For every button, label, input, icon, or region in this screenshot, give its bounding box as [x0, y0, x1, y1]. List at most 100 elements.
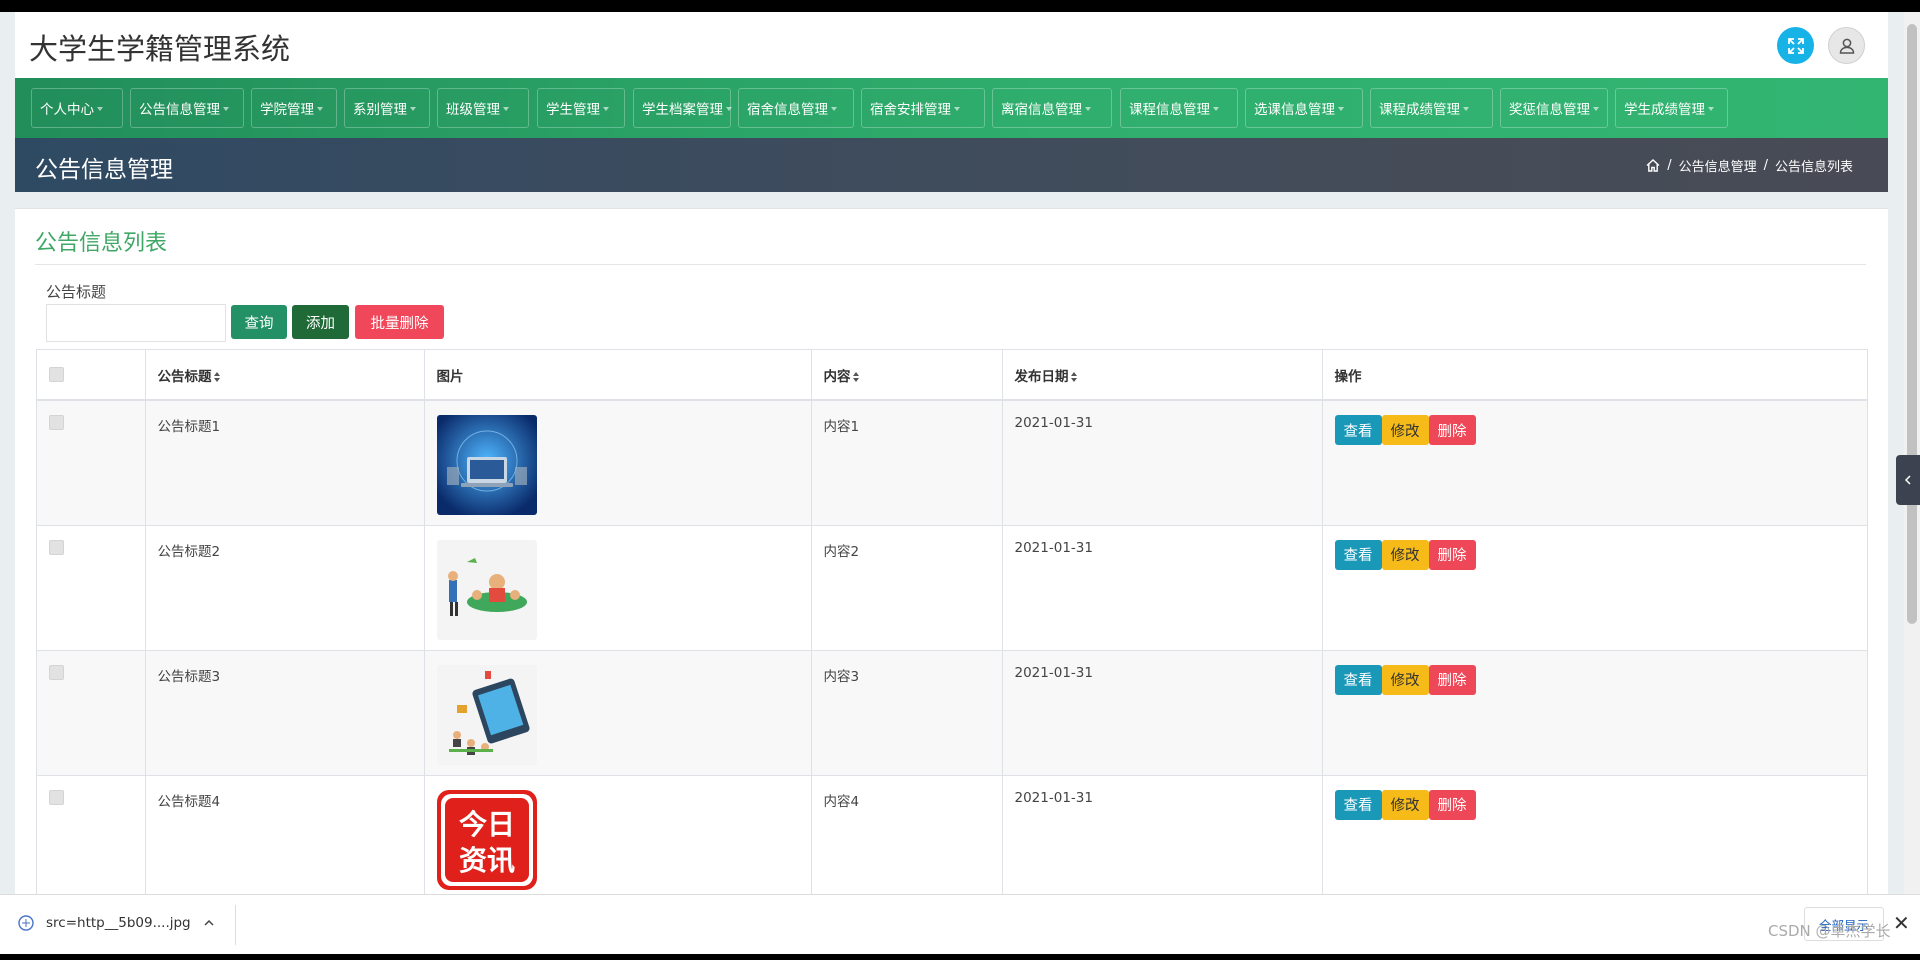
edit-button[interactable]: 修改 — [1381, 539, 1429, 570]
nav-item-label: 课程成绩管理 — [1379, 102, 1460, 118]
nav-item[interactable]: 宿舍信息管理 — [738, 88, 854, 128]
nav-item[interactable]: 课程信息管理 — [1120, 88, 1238, 128]
download-separator — [235, 905, 236, 945]
filter-title-input[interactable] — [46, 304, 226, 342]
caret-down-icon — [831, 107, 837, 111]
view-button[interactable]: 查看 — [1334, 664, 1382, 695]
nav-item[interactable]: 个人中心 — [31, 88, 123, 128]
row-checkbox[interactable] — [49, 539, 64, 555]
nav-item[interactable]: 选课信息管理 — [1245, 88, 1363, 128]
fullscreen-button[interactable] — [1777, 27, 1814, 64]
table-row: 公告标题1 内容1 2021-01-31 查看 修改 删除 — [37, 400, 1867, 526]
page: 大学生学籍管理系统 个人中心 公告信息管理 学院管理 系别管理 班级管理 学生管理 学生档案… — [15, 12, 1888, 954]
page-title: 公告信息管理 — [35, 157, 173, 183]
delete-button[interactable]: 删除 — [1428, 789, 1476, 820]
column-title-label: 公告标题 — [157, 368, 212, 385]
view-button[interactable]: 查看 — [1334, 789, 1382, 820]
caret-down-icon — [1213, 107, 1219, 111]
view-button[interactable]: 查看 — [1334, 539, 1382, 570]
nav-item[interactable]: 系别管理 — [344, 88, 430, 128]
caret-down-icon — [1708, 107, 1714, 111]
list-card: 公告信息列表 公告标题 查询 添加 批量删除 公告标题 图片 内容 发布日期 操… — [15, 208, 1888, 954]
cell-title: 公告标题4 — [145, 775, 425, 901]
column-header-title[interactable]: 公告标题 — [145, 350, 425, 401]
view-button[interactable]: 查看 — [1334, 415, 1382, 445]
select-all-checkbox[interactable] — [49, 367, 64, 382]
cell-content: 内容1 — [811, 400, 1003, 526]
row-checkbox[interactable] — [49, 664, 64, 680]
delete-button[interactable]: 删除 — [1428, 664, 1476, 695]
nav-item[interactable]: 学生档案管理 — [633, 88, 732, 128]
table-row: 公告标题2 内容2 2021-01-31 查看 修改 删除 — [37, 525, 1867, 651]
watermark: CSDN @卓杰学长 — [1768, 922, 1891, 940]
close-download-bar-icon[interactable]: ✕ — [1893, 911, 1910, 935]
breadcrumb-item-module[interactable]: 公告信息管理 — [1679, 156, 1757, 175]
query-button[interactable]: 查询 — [231, 305, 287, 339]
download-bar: src=http__5b09....jpg 全部显示 ✕ — [0, 894, 1920, 954]
delete-button[interactable]: 删除 — [1428, 415, 1476, 445]
nav-item[interactable]: 宿舍安排管理 — [861, 88, 985, 128]
nav-item-label: 选课信息管理 — [1254, 102, 1335, 118]
delete-button[interactable]: 删除 — [1428, 539, 1476, 570]
cell-image — [424, 400, 812, 526]
row-actions: 查看 修改 删除 — [1334, 789, 1858, 820]
cell-date: 2021-01-31 — [1002, 400, 1323, 526]
nav-item[interactable]: 学生管理 — [537, 88, 625, 128]
batch-delete-button[interactable]: 批量删除 — [355, 305, 444, 339]
notice-table: 公告标题 图片 内容 发布日期 操作 公告标题1 内容1 2021-01-31 查看修… — [36, 349, 1868, 954]
edit-button[interactable]: 修改 — [1381, 789, 1429, 820]
cell-date: 2021-01-31 — [1002, 650, 1323, 776]
cell-actions: 查看 修改 删除 — [1322, 650, 1867, 776]
title-divider — [35, 264, 1866, 265]
edit-button[interactable]: 修改 — [1381, 415, 1429, 445]
caret-down-icon — [97, 107, 103, 111]
side-panel-toggle[interactable] — [1896, 455, 1920, 505]
add-button[interactable]: 添加 — [292, 305, 349, 339]
download-item[interactable]: src=http__5b09....jpg — [18, 915, 215, 931]
caret-down-icon — [1338, 107, 1344, 111]
caret-down-icon — [1463, 107, 1469, 111]
cell-title: 公告标题3 — [145, 650, 425, 776]
row-checkbox[interactable] — [49, 415, 64, 430]
row-checkbox[interactable] — [49, 789, 64, 805]
classroom-illustration-image[interactable] — [436, 539, 537, 640]
nav-item[interactable]: 课程成绩管理 — [1370, 88, 1493, 128]
caret-down-icon — [410, 107, 416, 111]
column-header-content[interactable]: 内容 — [811, 350, 1003, 401]
table-row: 公告标题4 今日 资讯 内容4 2021-01-31 查看 修改 删除 — [37, 775, 1867, 901]
nav-item[interactable]: 学生成绩管理 — [1615, 88, 1728, 128]
online-class-illustration-image[interactable] — [436, 664, 537, 765]
column-header-image: 图片 — [424, 350, 812, 401]
row-select-cell — [37, 650, 146, 776]
nav-item-label: 公告信息管理 — [139, 102, 220, 118]
page-banner: 公告信息管理 / 公告信息管理 / 公告信息列表 — [15, 138, 1888, 192]
nav-item[interactable]: 离宿信息管理 — [992, 88, 1112, 128]
row-actions: 查看 修改 删除 — [1334, 539, 1858, 570]
list-title: 公告信息列表 — [35, 231, 168, 256]
cell-date: 2021-01-31 — [1002, 775, 1323, 901]
row-select-cell — [37, 525, 146, 651]
nav-item-label: 奖惩信息管理 — [1509, 102, 1590, 118]
column-date-label: 发布日期 — [1014, 368, 1069, 385]
nav-item[interactable]: 学院管理 — [251, 88, 337, 128]
app-title: 大学生学籍管理系统 — [29, 32, 291, 66]
caret-down-icon — [954, 107, 960, 111]
edit-button[interactable]: 修改 — [1381, 664, 1429, 695]
chevron-up-icon[interactable] — [203, 919, 215, 927]
cell-date: 2021-01-31 — [1002, 525, 1323, 651]
news-app-logo-image[interactable]: 今日 资讯 — [436, 789, 537, 890]
nav-item[interactable]: 奖惩信息管理 — [1500, 88, 1608, 128]
nav-item[interactable]: 班级管理 — [437, 88, 529, 128]
row-actions: 查看 修改 删除 — [1334, 415, 1858, 445]
network-computer-image[interactable] — [436, 415, 537, 515]
nav-item[interactable]: 公告信息管理 — [130, 88, 244, 128]
column-header-date[interactable]: 发布日期 — [1002, 350, 1323, 401]
breadcrumb-item-current: 公告信息列表 — [1774, 160, 1853, 175]
nav-item-label: 学院管理 — [260, 102, 314, 118]
scrollbar-thumb[interactable] — [1907, 24, 1917, 624]
sort-icon — [1070, 371, 1079, 382]
svg-text:今日: 今日 — [458, 808, 514, 841]
caret-down-icon — [726, 107, 732, 111]
user-menu-button[interactable] — [1828, 27, 1865, 64]
home-icon[interactable] — [1646, 159, 1660, 172]
